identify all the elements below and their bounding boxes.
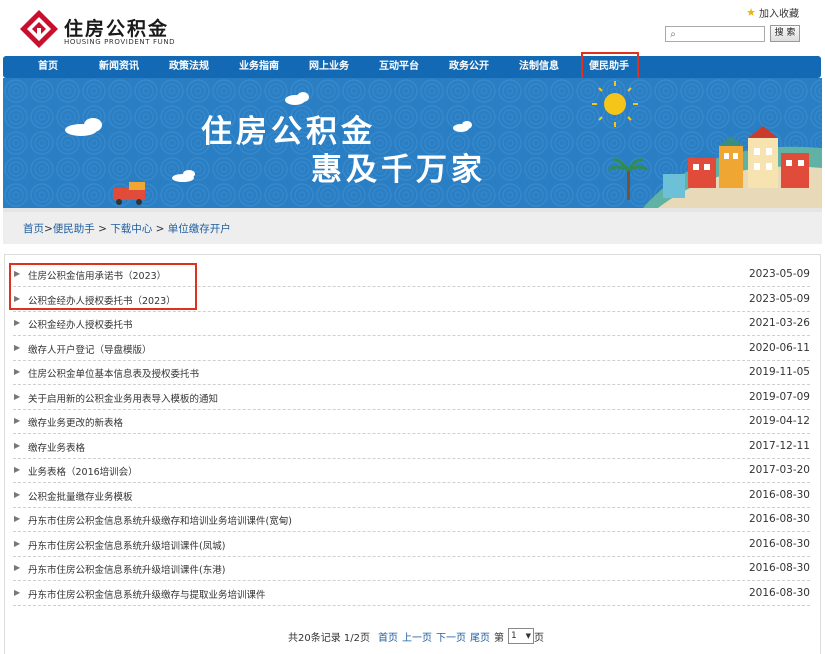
download-list: ▶ 住房公积金信用承诺书（2023） 2023-05-09 ▶ 公积金经办人授权委托书… [4,254,821,654]
list-item: ▶ 缴存人开户登记（导盘模版） 2020-06-11 [13,337,810,361]
bullet-arrow-icon: ▶ [14,465,21,474]
add-favorite-link[interactable]: ★ 加入收藏 [746,5,799,20]
list-item-date: 2016-08-30 [748,587,810,599]
list-items-highlight [9,263,197,310]
list-item: ▶ 公积金批量缴存业务模板 2016-08-30 [13,484,810,508]
bullet-arrow-icon: ▶ [14,367,21,376]
main-nav: 首页 新闻资讯 政策法规 业务指南 网上业务 互动平台 政务公开 法制信息 便民… [3,56,821,78]
list-item: ▶ 住房公积金单位基本信息表及授权委托书 2019-11-05 [13,361,810,385]
pagination-goto-prefix: 第 [494,632,504,644]
list-item-date: 2016-08-30 [748,513,810,525]
nav-item-law[interactable]: 法制信息 [511,56,567,78]
hero-banner: 住房公积金 惠及千万家 [3,78,822,208]
pagination-last[interactable]: 尾页 [470,629,490,644]
list-item: ▶ 缴存业务表格 2017-12-11 [13,435,810,459]
star-icon: ★ [746,6,756,19]
list-item-title[interactable]: 公积金批量缴存业务模板 [28,489,133,503]
list-item-date: 2017-12-11 [748,440,810,452]
breadcrumb-separator: > [152,223,168,235]
breadcrumb-download[interactable]: 下载中心 [110,223,152,235]
list-item: ▶ 丹东市住房公积金信息系统升级缴存和培训业务培训课件(宽甸) 2016-08-30 [13,508,810,532]
search-icon: ⌕ [670,28,676,40]
bullet-arrow-icon: ▶ [14,539,21,548]
list-item-title[interactable]: 丹东市住房公积金信息系统升级缴存和培训业务培训课件(宽甸) [28,513,292,527]
list-item: ▶ 缴存业务更改的新表格 2019-04-12 [13,410,810,434]
list-item-title[interactable]: 业务表格（2016培训会） [28,464,138,478]
breadcrumb: 首页>便民助手 > 下载中心 > 单位缴存开户 [3,208,822,244]
list-item-date: 2020-06-11 [748,342,810,354]
search-input[interactable] [680,27,762,41]
logo-title: 住房公积金 [64,18,170,40]
pagination-prev[interactable]: 上一页 [402,629,432,644]
add-favorite-label: 加入收藏 [759,9,799,20]
bullet-arrow-icon: ▶ [14,514,21,523]
list-item-title[interactable]: 缴存业务更改的新表格 [28,415,123,429]
chevron-down-icon: ▼ [525,632,531,640]
list-item-title[interactable]: 缴存人开户登记（导盘模版） [28,342,152,356]
list-item-date: 2016-08-30 [748,562,810,574]
bullet-arrow-icon: ▶ [14,441,21,450]
nav-item-news[interactable]: 新闻资讯 [91,56,147,78]
bullet-arrow-icon: ▶ [14,563,21,572]
breadcrumb-current[interactable]: 单位缴存开户 [168,223,231,235]
bullet-arrow-icon: ▶ [14,588,21,597]
breadcrumb-home[interactable]: 首页 [23,223,44,235]
breadcrumb-separator: > [94,223,111,235]
pagination: 共20条记录 1/2页 首页 上一页 下一页 尾页 第 1 ▼ 页 [288,628,544,644]
list-item-title[interactable]: 缴存业务表格 [28,440,85,454]
list-item-title[interactable]: 公积金经办人授权委托书 [28,317,133,331]
bullet-arrow-icon: ▶ [14,490,21,499]
list-item: ▶ 业务表格（2016培训会） 2017-03-20 [13,459,810,483]
bullet-arrow-icon: ▶ [14,318,21,327]
list-item-date: 2019-11-05 [748,366,810,378]
page-select-value: 1 [511,631,517,641]
list-item: ▶ 丹东市住房公积金信息系统升级培训课件(东港) 2016-08-30 [13,557,810,581]
banner-illustration: 住房公积金 惠及千万家 [3,78,822,208]
breadcrumb-helper[interactable]: 便民助手 [53,223,95,235]
bullet-arrow-icon: ▶ [14,392,21,401]
list-item-date: 2023-05-09 [748,293,810,305]
nav-item-home[interactable]: 首页 [25,56,71,78]
list-item-date: 2019-04-12 [748,415,810,427]
page-select[interactable]: 1 ▼ [508,628,534,644]
nav-item-interact[interactable]: 互动平台 [371,56,427,78]
list-item-date: 2023-05-09 [748,268,810,280]
list-item-title[interactable]: 丹东市住房公积金信息系统升级缴存与提取业务培训课件 [28,587,266,601]
bullet-arrow-icon: ▶ [14,416,21,425]
nav-item-gov[interactable]: 政务公开 [441,56,497,78]
pagination-summary: 共20条记录 1/2页 [288,632,370,644]
banner-slogan-line2: 惠及千万家 [311,152,486,188]
list-item-date: 2017-03-20 [748,464,810,476]
list-item-title[interactable]: 丹东市住房公积金信息系统升级培训课件(东港) [28,562,225,576]
site-header: 住房公积金 HOUSING PROVIDENT FUND ★ 加入收藏 ⌕ 搜 … [0,0,825,56]
list-item-title[interactable]: 住房公积金单位基本信息表及授权委托书 [28,366,199,380]
site-logo[interactable]: 住房公积金 HOUSING PROVIDENT FUND [18,8,198,52]
breadcrumb-separator: > [44,223,53,235]
list-item: ▶ 关于启用新的公积金业务用表导入模板的通知 2019-07-09 [13,386,810,410]
logo-emblem-icon [20,10,58,48]
list-item-date: 2016-08-30 [748,538,810,550]
nav-item-guide[interactable]: 业务指南 [231,56,287,78]
list-item-title[interactable]: 丹东市住房公积金信息系统升级培训课件(凤城) [28,538,225,552]
nav-item-policy[interactable]: 政策法规 [161,56,217,78]
list-item: ▶ 丹东市住房公积金信息系统升级培训课件(凤城) 2016-08-30 [13,533,810,557]
pagination-first[interactable]: 首页 [378,629,398,644]
list-item-date: 2016-08-30 [748,489,810,501]
search-box: ⌕ [665,26,765,42]
nav-item-online[interactable]: 网上业务 [301,56,357,78]
pagination-goto-suffix: 页 [534,632,544,644]
logo-subtitle: HOUSING PROVIDENT FUND [64,38,176,46]
list-item-date: 2019-07-09 [748,391,810,403]
banner-slogan-line1: 住房公积金 [201,114,376,150]
list-item: ▶ 公积金经办人授权委托书 2021-03-26 [13,312,810,336]
bullet-arrow-icon: ▶ [14,343,21,352]
list-item: ▶ 丹东市住房公积金信息系统升级缴存与提取业务培训课件 2016-08-30 [13,582,810,606]
pagination-next[interactable]: 下一页 [436,629,466,644]
list-item-title[interactable]: 关于启用新的公积金业务用表导入模板的通知 [28,391,218,405]
list-item-date: 2021-03-26 [748,317,810,329]
search-button[interactable]: 搜 索 [770,25,800,42]
